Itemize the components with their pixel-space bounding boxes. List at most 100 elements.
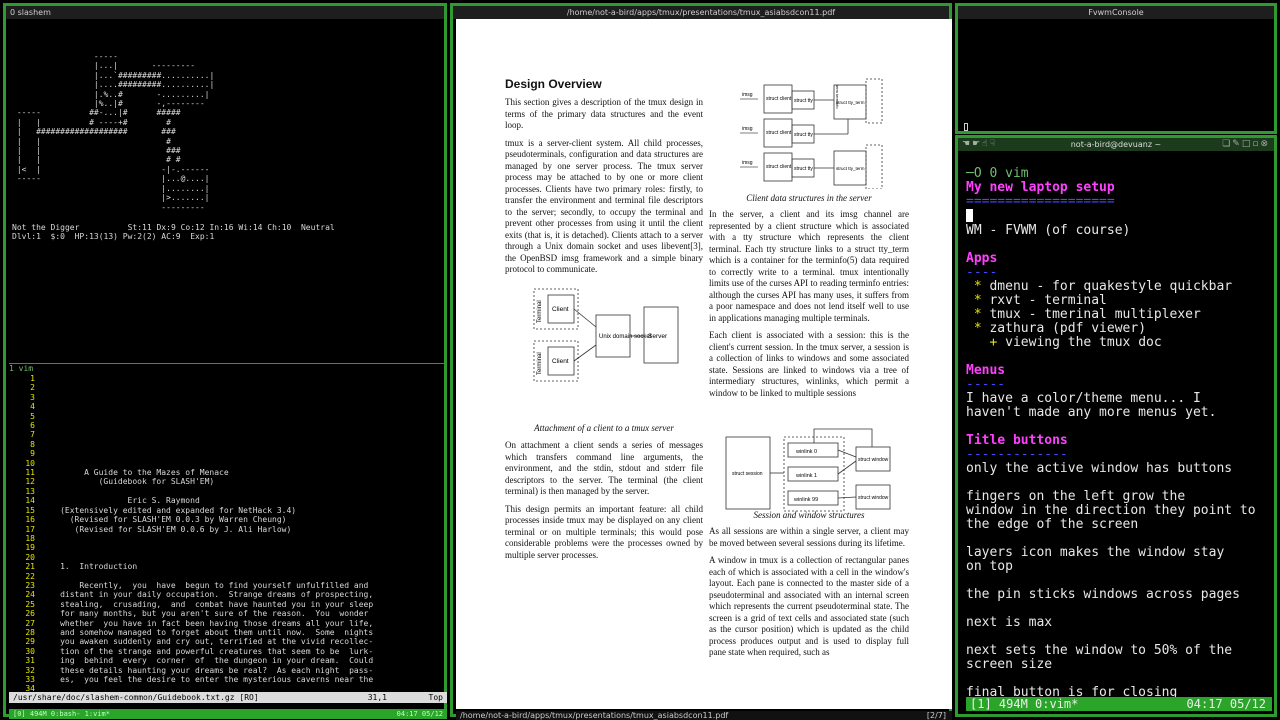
pdf-column-right: In the server, a client and its imsg cha… xyxy=(709,209,909,405)
winlink-label: winlink 0 xyxy=(795,449,817,455)
pin-icon[interactable]: ✎ xyxy=(1232,139,1242,149)
window-title: 0 slashem xyxy=(10,8,51,17)
tmux-clock: 04:17 05/12 xyxy=(396,710,443,718)
client-struct-label: struct client xyxy=(766,96,792,102)
window-title-bar[interactable]: 0 slashem xyxy=(6,6,444,19)
guidebook-text: A Guide to the Mazes of Menace (Guideboo… xyxy=(60,468,374,684)
window-title-bar[interactable]: FvwmConsole xyxy=(958,6,1274,19)
slashem-terminal-window[interactable]: 0 slashem ----- |...| --------- |...`###… xyxy=(3,3,447,719)
tty-struct-label: struct tty xyxy=(794,132,813,138)
close-icon[interactable]: ⊗ xyxy=(1260,139,1270,149)
terminfo-label: term terminfo xyxy=(835,85,840,109)
client-label: Client xyxy=(552,358,569,365)
client-label: Client xyxy=(552,306,569,313)
figure-caption: Attachment of a client to a tmux server xyxy=(534,423,674,433)
terminal-label: Terminal xyxy=(537,352,543,375)
window-title-bar[interactable]: ☚☛☝☟ not-a-bird@devuanz ~ ❏✎□▫⊗ xyxy=(958,138,1274,151)
app-list-item: * tmux - tmerinal multiplexer xyxy=(966,307,1201,322)
console-output[interactable] xyxy=(961,19,1271,128)
apps-heading: Apps xyxy=(966,251,998,266)
notes-heading: My new laptop setup xyxy=(966,180,1115,195)
character-status: Not the Digger St:11 Dx:9 Co:12 In:16 Wi… xyxy=(12,223,335,242)
title-buttons-heading: Title buttons xyxy=(966,433,1068,448)
text-cursor xyxy=(964,123,968,131)
window-title-bar[interactable]: /home/not-a-bird/apps/tmux/presentations… xyxy=(453,6,949,19)
menus-rule: ----- xyxy=(966,377,1006,392)
menus-text: I have a color/theme menu... I haven't m… xyxy=(966,391,1217,420)
menus-heading: Menus xyxy=(966,363,1006,378)
app-list-item: + viewing the tmux doc xyxy=(966,335,1162,350)
apps-rule: ---- xyxy=(966,265,998,280)
session-struct-label: struct session xyxy=(732,471,763,477)
window-struct-label: struct window xyxy=(858,495,889,501)
vim-status-line: /usr/share/doc/slashem-common/Guidebook.… xyxy=(9,692,447,703)
pdf-status-bar: /home/not-a-bird/apps/tmux/presentations… xyxy=(456,711,952,720)
notes-terminal-window[interactable]: ☚☛☝☟ not-a-bird@devuanz ~ ❏✎□▫⊗ ─O 0 vim… xyxy=(955,135,1277,717)
vim-cursor xyxy=(966,209,973,222)
fvwm-console-window[interactable]: FvwmConsole xyxy=(955,3,1277,134)
pdf-viewer-window[interactable]: /home/not-a-bird/apps/tmux/presentations… xyxy=(450,3,952,720)
apps-list: * dmenu - for quakestyle quickbar * rxvt… xyxy=(966,279,1232,350)
paragraph: This section gives a description of the … xyxy=(505,97,703,130)
paragraph: Each client is associated with a session… xyxy=(709,330,909,398)
client-structures-diagram: imsg imsg imsg struct client struct clie… xyxy=(740,78,883,189)
maximize-icon[interactable]: □ xyxy=(1242,139,1253,149)
paragraph: A window in tmux is a collection of rect… xyxy=(709,555,909,657)
app-list-item: * zathura (pdf viewer) xyxy=(966,321,1147,336)
tty-struct-label: struct tty xyxy=(794,98,813,104)
winlink-label: winlink 1 xyxy=(795,473,817,479)
server-label: Server xyxy=(648,333,668,340)
title-buttons[interactable]: ❏✎□▫⊗ xyxy=(1222,138,1270,151)
pdf-page-indicator: [2/7] xyxy=(926,711,946,720)
pdf-page[interactable]: Design Overview This section gives a des… xyxy=(456,19,952,709)
vim-status-scroll: Top xyxy=(428,693,443,702)
tmux-window-list[interactable]: [0] 494M 0:bash- 1:vim* xyxy=(13,710,110,718)
grow-fingers-icon[interactable]: ☚☛☝☟ xyxy=(962,138,997,151)
vim-status-position: 31,1 xyxy=(367,693,387,702)
tty-struct-label: struct tty xyxy=(794,166,813,172)
title-buttons-rule: ------------- xyxy=(966,447,1068,462)
tmux-window-list[interactable]: [1] 494M 0:vim* xyxy=(970,697,1078,711)
client-struct-label: struct client xyxy=(766,164,792,170)
session-window-diagram: struct session winlink 0 winlink 1 winli… xyxy=(725,428,891,512)
pdf-column-left: Design Overview This section gives a des… xyxy=(505,77,703,282)
section-heading: Design Overview xyxy=(505,77,602,91)
vim-pane-title: ─O 0 vim xyxy=(966,166,1029,181)
window-title: FvwmConsole xyxy=(1088,8,1144,17)
layers-icon[interactable]: ❏ xyxy=(1222,139,1232,149)
tmux-status-bar[interactable]: [1] 494M 0:vim* 04:17 05/12 xyxy=(966,697,1272,711)
vim-status-file: /usr/share/doc/slashem-common/Guidebook.… xyxy=(13,693,259,702)
line-numbers: 1 2 3 4 5 6 7 8 9 10 11 12 13 14 15 16 1… xyxy=(25,374,35,694)
pdf-column-left-lower: On attachment a client sends a series of… xyxy=(505,440,703,567)
title-buttons-notes: only the active window has buttons finge… xyxy=(966,461,1256,700)
pdf-column-right-lower: As all sessions are within a single serv… xyxy=(709,526,909,665)
wm-line: WM - FVWM (of course) xyxy=(966,223,1131,238)
paragraph: This design permits an important feature… xyxy=(505,503,703,560)
paragraph: tmux is a server-client system. All chil… xyxy=(505,137,703,275)
paragraph: In the server, a client and its imsg cha… xyxy=(709,209,909,323)
paragraph: On attachment a client sends a series of… xyxy=(505,440,703,496)
dungeon-map: ----- |...| --------- |...`#########....… xyxy=(16,52,215,212)
imsg-label: imsg xyxy=(742,92,753,98)
tty-term-label: struct tty_term xyxy=(836,166,865,171)
window-title: not-a-bird@devuanz ~ xyxy=(1070,140,1162,149)
pdf-path: /home/not-a-bird/apps/tmux/presentations… xyxy=(460,711,729,720)
app-list-item: * dmenu - for quakestyle quickbar xyxy=(966,279,1233,294)
window-title: /home/not-a-bird/apps/tmux/presentations… xyxy=(566,8,836,17)
notes-vim-buffer[interactable]: ─O 0 vim My new laptop setup ===========… xyxy=(966,153,1274,700)
terminal-label: Terminal xyxy=(537,300,543,323)
tmux-clock: 04:17 05/12 xyxy=(1186,697,1266,711)
figure-caption: Client data structures in the server xyxy=(746,193,872,203)
client-struct-label: struct client xyxy=(766,130,792,136)
imsg-label: imsg xyxy=(742,160,753,166)
socket-label: Unix domain socket xyxy=(599,334,652,340)
figure-caption: Session and window structures xyxy=(753,510,865,520)
paragraph: As all sessions are within a single serv… xyxy=(709,526,909,548)
winlink-label: winlink 99 xyxy=(793,497,818,503)
app-list-item: * rxvt - terminal xyxy=(966,293,1107,308)
heading-rule: =================== xyxy=(966,194,1115,209)
imsg-label: imsg xyxy=(742,126,753,132)
tmux-status-bar[interactable]: [0] 494M 0:bash- 1:vim* 04:17 05/12 xyxy=(9,709,447,719)
window-struct-label: struct window xyxy=(858,457,889,463)
vim-pane-title: 1 vim xyxy=(9,364,34,373)
